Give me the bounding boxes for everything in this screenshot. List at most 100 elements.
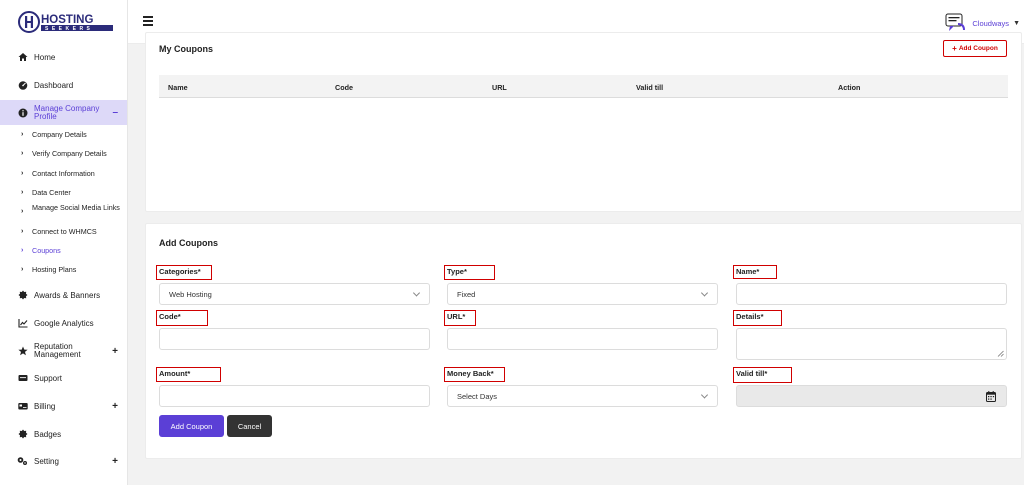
sidebar-item-label: Support — [34, 373, 63, 383]
amount-input[interactable] — [159, 385, 430, 407]
sidebar-subitem-contact-information[interactable]: › Contact Information — [0, 170, 127, 178]
money-back-selected-value: Select Days — [457, 391, 498, 401]
valid-till-label: Valid till* — [733, 367, 792, 383]
valid-till-date-input[interactable] — [736, 385, 1007, 407]
cancel-button[interactable]: Cancel — [227, 415, 272, 437]
sidebar-subitem-label: Data Center — [32, 188, 71, 197]
column-header-code[interactable]: Code — [335, 83, 353, 92]
name-input[interactable] — [736, 283, 1007, 305]
chevron-right-icon: › — [21, 189, 24, 196]
sidebar-item-badges[interactable]: Badges — [0, 427, 127, 441]
sidebar-subitem-coupons[interactable]: › Coupons — [0, 247, 127, 255]
type-selected-value: Fixed — [457, 289, 476, 299]
column-header-name[interactable]: Name — [168, 83, 188, 92]
categories-label: Categories* — [156, 265, 212, 280]
sidebar-subitem-hosting-plans[interactable]: › Hosting Plans — [0, 266, 127, 274]
sidebar-item-label: Google Analytics — [34, 318, 94, 328]
expand-toggle-icon[interactable]: + — [112, 456, 118, 467]
sidebar-subitem-label: Verify Company Details — [32, 149, 107, 158]
chevron-right-icon: › — [21, 208, 24, 215]
add-coupon-button[interactable]: + Add Coupon — [943, 40, 1007, 57]
categories-select[interactable]: Web Hosting — [159, 283, 430, 305]
column-header-action[interactable]: Action — [838, 83, 860, 92]
sidebar-subitem-social-media-links[interactable]: › Manage Social Media Links — [0, 204, 127, 216]
sidebar-item-awards-banners[interactable]: Awards & Banners — [0, 288, 127, 302]
sidebar-subitem-label: Coupons — [32, 246, 61, 255]
chevron-down-icon — [700, 289, 709, 297]
collapse-toggle-icon[interactable]: – — [112, 107, 118, 118]
type-select[interactable]: Fixed — [447, 283, 718, 305]
sidebar-item-dashboard[interactable]: Dashboard — [0, 78, 127, 92]
info-icon — [17, 107, 28, 118]
sidebar-item-label: Badges — [34, 429, 62, 439]
home-icon — [17, 52, 28, 63]
url-label: URL* — [444, 310, 476, 326]
sidebar-subitem-label: Hosting Plans — [32, 265, 77, 274]
billing-icon — [17, 401, 28, 412]
url-input[interactable] — [447, 328, 718, 350]
star-icon — [17, 346, 28, 357]
my-coupons-title: My Coupons — [159, 44, 213, 54]
details-textarea[interactable] — [736, 328, 1007, 360]
code-input[interactable] — [159, 328, 430, 350]
hosting-seekers-logo: HOSTING SEEKERS — [18, 11, 113, 33]
money-back-select[interactable]: Select Days — [447, 385, 718, 407]
sidebar-subitem-label: Manage Social Media Links — [32, 203, 120, 212]
chevron-right-icon: › — [21, 247, 24, 254]
sidebar-item-setting[interactable]: Setting + — [0, 454, 127, 468]
chevron-right-icon: › — [21, 170, 24, 177]
expand-toggle-icon[interactable]: + — [112, 346, 118, 357]
sidebar-subitem-company-details[interactable]: › Company Details — [0, 131, 127, 139]
chevron-down-icon — [412, 289, 421, 297]
badge-icon — [17, 290, 28, 301]
column-header-valid-till[interactable]: Valid till — [636, 83, 663, 92]
sidebar-subitem-label: Contact Information — [32, 169, 95, 178]
coupons-table-header — [159, 75, 1008, 98]
calendar-icon[interactable] — [986, 391, 996, 402]
brand-logo[interactable]: HOSTING SEEKERS — [0, 0, 127, 44]
add-coupon-submit-button[interactable]: Add Coupon — [159, 415, 224, 437]
sidebar-subitem-label: Company Details — [32, 130, 87, 139]
user-name: Cloudways — [972, 18, 1010, 28]
sidebar-item-support[interactable]: Support — [0, 371, 127, 385]
chevron-right-icon: › — [21, 228, 24, 235]
sidebar-item-label: Awards & Banners — [34, 290, 101, 300]
sidebar-item-label: Manage Company Profile — [34, 103, 100, 121]
sidebar-item-manage-company-profile[interactable]: Manage Company Profile – — [0, 100, 127, 125]
add-coupons-title: Add Coupons — [159, 238, 218, 248]
name-label: Name* — [733, 265, 777, 279]
chevron-down-icon — [700, 391, 709, 399]
type-label: Type* — [444, 265, 495, 280]
chevron-right-icon: › — [21, 150, 24, 157]
sidebar-subitem-verify-company-details[interactable]: › Verify Company Details — [0, 150, 127, 158]
sidebar-item-reputation-management[interactable]: Reputation Management + — [0, 340, 127, 362]
badge-icon — [17, 429, 28, 440]
chat-avatar-icon — [945, 13, 966, 31]
sidebar-item-label: Setting — [34, 456, 59, 466]
resize-handle-icon[interactable] — [997, 350, 1004, 357]
sidebar: HOSTING SEEKERS Home Dashboard Manage Co… — [0, 0, 128, 485]
menu-toggle-icon[interactable] — [143, 16, 153, 26]
plus-icon: + — [952, 44, 957, 53]
sidebar-item-label: Dashboard — [34, 80, 74, 90]
chevron-right-icon: › — [21, 266, 24, 273]
dashboard-icon — [17, 80, 28, 91]
brand-tagline: SEEKERS — [45, 26, 93, 32]
sidebar-subitem-data-center[interactable]: › Data Center — [0, 189, 127, 197]
sidebar-subitem-connect-whmcs[interactable]: › Connect to WHMCS — [0, 228, 127, 236]
user-menu[interactable]: Cloudways ▼ — [944, 12, 1024, 34]
support-icon — [17, 373, 28, 384]
sidebar-item-home[interactable]: Home — [0, 50, 127, 64]
sidebar-item-label: Home — [34, 52, 56, 62]
add-coupon-label: Add Coupon — [958, 45, 998, 52]
categories-selected-value: Web Hosting — [169, 289, 212, 299]
sidebar-item-billing[interactable]: Billing + — [0, 399, 127, 413]
caret-down-icon: ▼ — [1013, 19, 1020, 27]
sidebar-item-label: Reputation Management — [34, 342, 81, 359]
brand-name: HOSTING — [41, 14, 93, 26]
expand-toggle-icon[interactable]: + — [112, 401, 118, 412]
sidebar-item-google-analytics[interactable]: Google Analytics — [0, 316, 127, 330]
column-header-url[interactable]: URL — [492, 83, 507, 92]
chart-icon — [17, 318, 28, 329]
details-label: Details* — [733, 310, 782, 326]
